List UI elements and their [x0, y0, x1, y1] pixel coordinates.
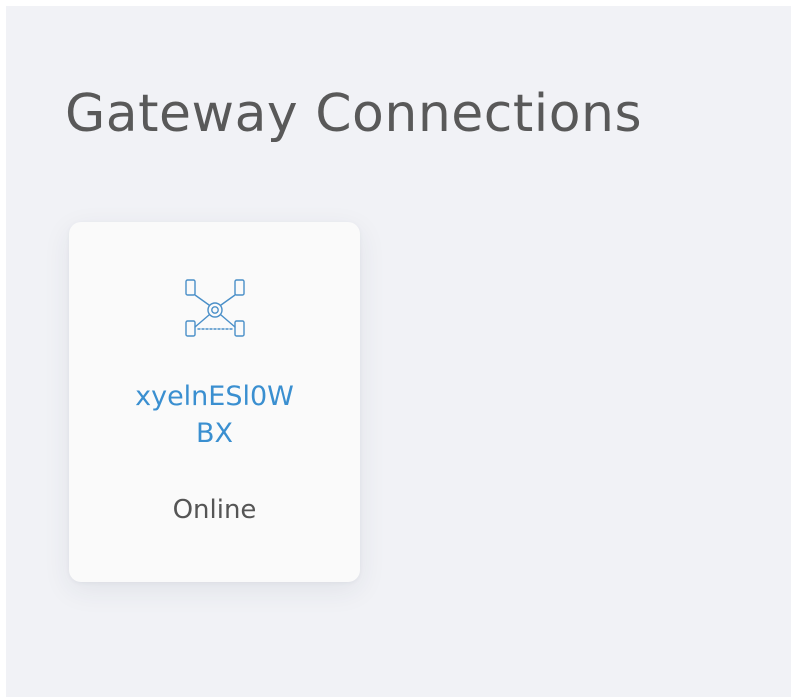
gateway-card[interactable]: xyelnESl0WBX Online: [69, 222, 360, 582]
gateway-connections-panel: Gateway Connections xyelnESl0WBX Online: [6, 6, 791, 697]
gateway-name-link[interactable]: xyelnESl0WBX: [89, 378, 340, 452]
gateway-status: Online: [172, 495, 257, 525]
page-title: Gateway Connections: [65, 84, 643, 144]
gateway-network-icon: [185, 279, 245, 337]
